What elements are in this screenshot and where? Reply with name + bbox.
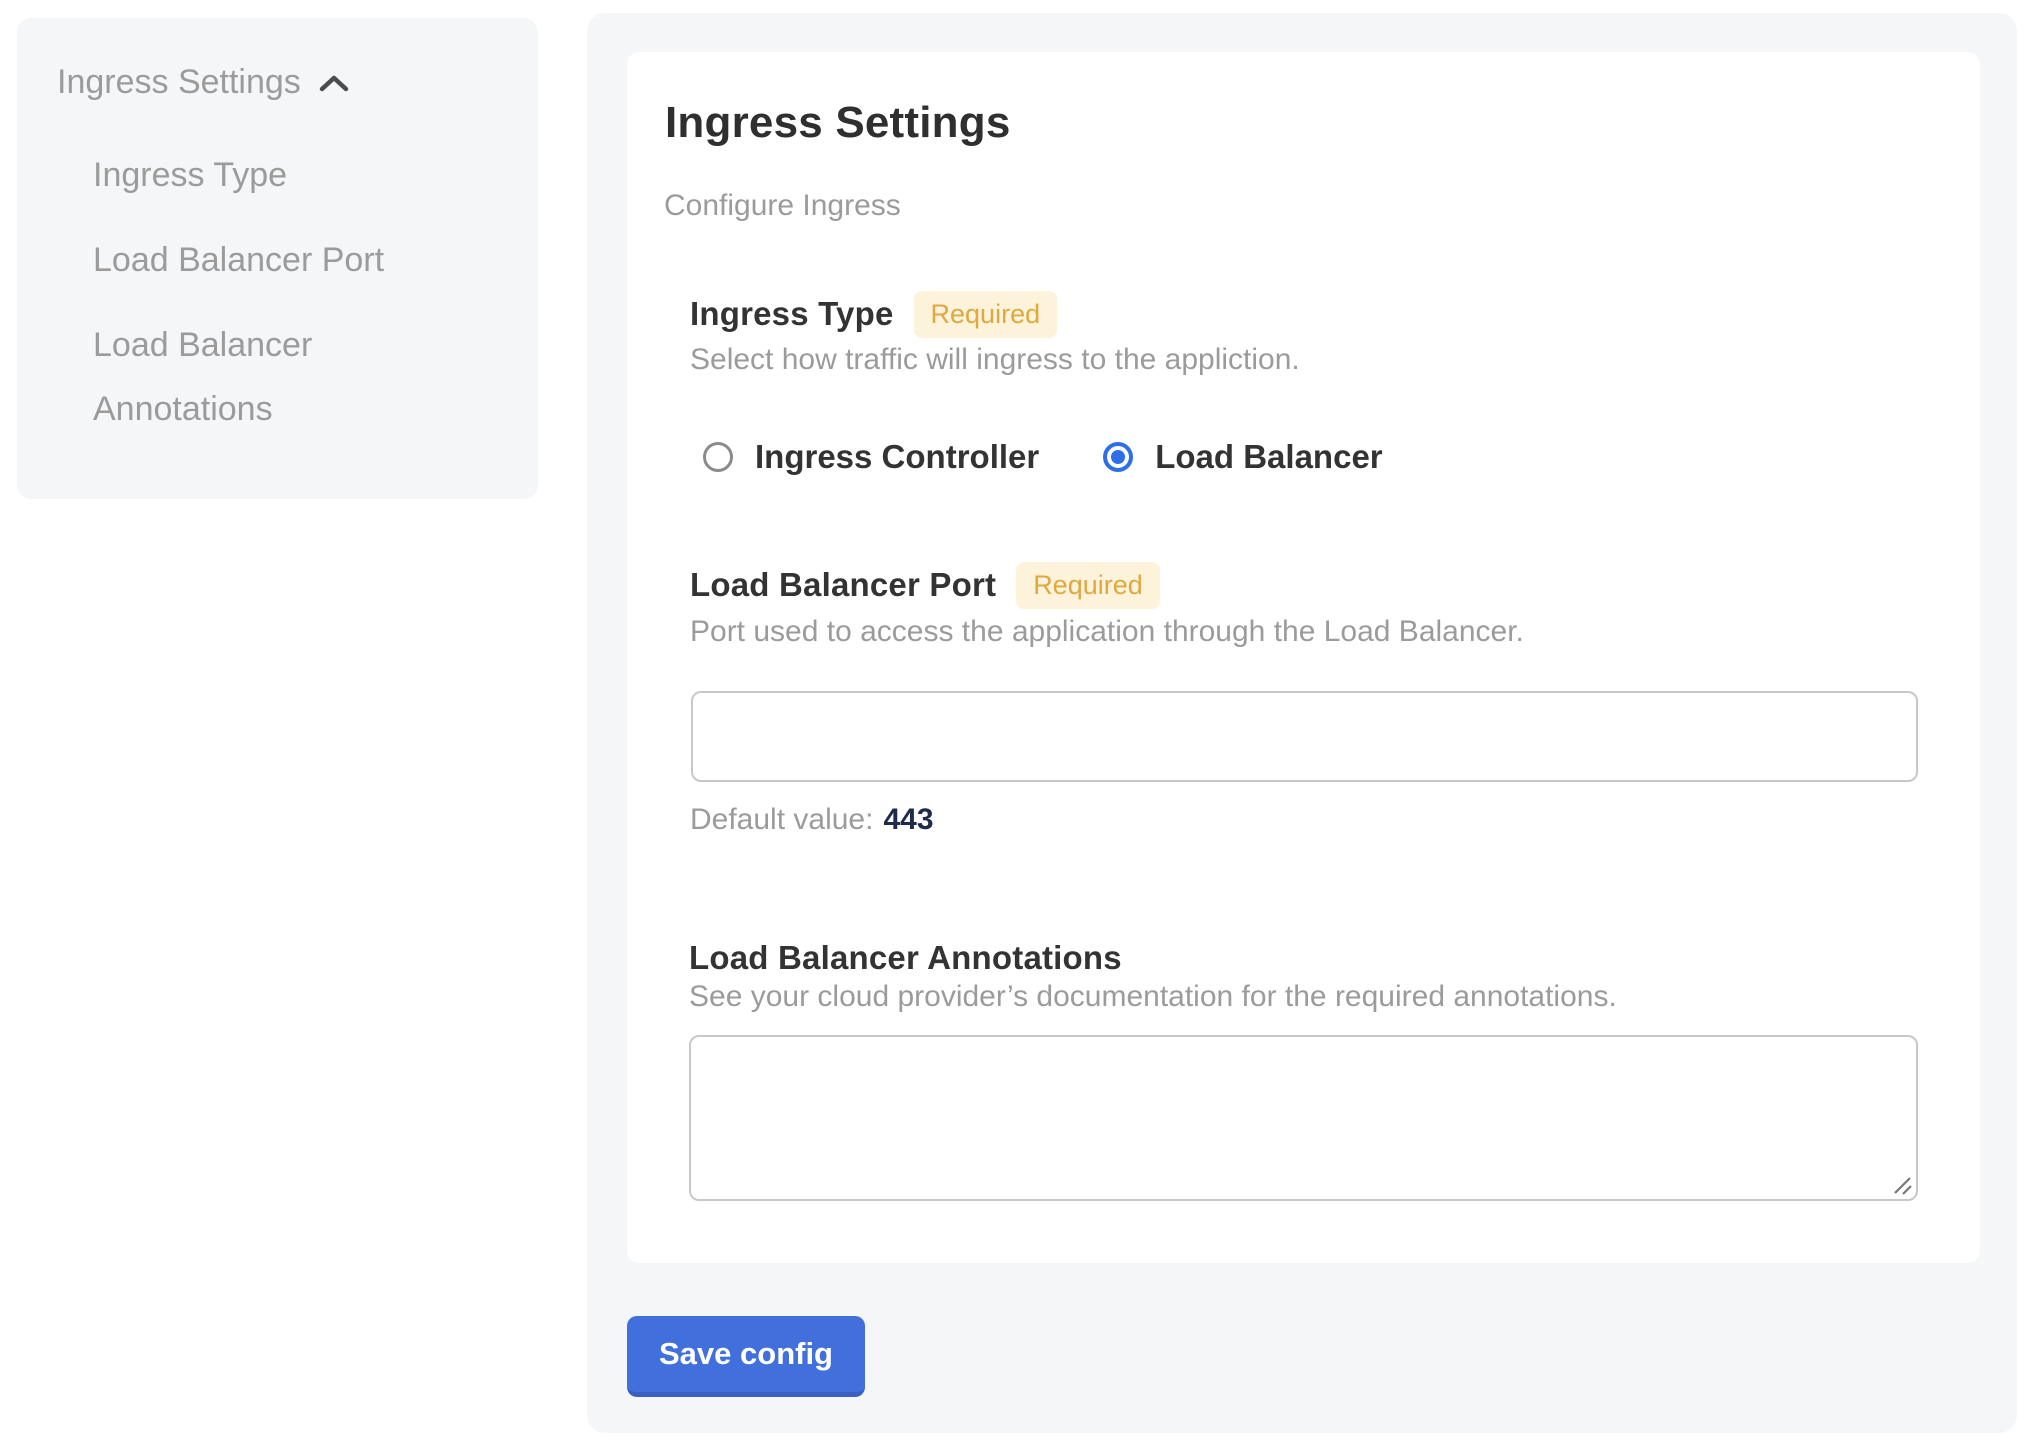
- default-value-row: Default value: 443: [690, 802, 934, 838]
- default-value-label: Default value:: [690, 803, 873, 836]
- field-load-balancer-port-label-row: Load Balancer Port Required: [690, 561, 1160, 609]
- required-badge: Required: [914, 291, 1058, 338]
- load-balancer-annotations-textarea[interactable]: [689, 1035, 1918, 1201]
- nav-item-ingress-type[interactable]: Ingress Type: [93, 143, 287, 207]
- nav-group-ingress-settings[interactable]: Ingress Settings: [57, 62, 351, 102]
- load-balancer-annotations-field: [689, 1035, 1918, 1201]
- field-help-load-balancer-annotations: See your cloud provider’s documentation …: [689, 979, 1617, 1015]
- nav-group-label: Ingress Settings: [57, 62, 301, 102]
- textarea-resize-handle-icon[interactable]: [1891, 1174, 1913, 1196]
- field-label-load-balancer-port: Load Balancer Port: [690, 566, 996, 604]
- chevron-up-icon[interactable]: [317, 73, 351, 95]
- radio-option-load-balancer[interactable]: Load Balancer: [1103, 438, 1382, 476]
- page-title: Ingress Settings: [665, 98, 1011, 148]
- required-badge: Required: [1016, 562, 1160, 609]
- load-balancer-port-input[interactable]: [691, 691, 1918, 782]
- default-value: 443: [883, 803, 933, 836]
- field-ingress-type-label-row: Ingress Type Required: [690, 290, 1057, 338]
- radio-label-load-balancer: Load Balancer: [1155, 438, 1382, 476]
- radio-unchecked-icon[interactable]: [703, 442, 733, 472]
- nav-item-load-balancer-port[interactable]: Load Balancer Port: [93, 228, 384, 292]
- field-load-balancer-annotations-label-row: Load Balancer Annotations: [689, 934, 1122, 982]
- field-label-load-balancer-annotations: Load Balancer Annotations: [689, 939, 1122, 977]
- page-subtitle: Configure Ingress: [664, 188, 901, 224]
- config-card: Ingress Settings Configure Ingress Ingre…: [627, 52, 1980, 1263]
- ingress-type-radio-group: Ingress Controller Load Balancer: [703, 438, 1383, 476]
- field-label-ingress-type: Ingress Type: [690, 295, 894, 333]
- radio-checked-icon[interactable]: [1103, 442, 1133, 472]
- nav-item-load-balancer-annotations[interactable]: Load Balancer Annotations: [93, 313, 413, 441]
- radio-option-ingress-controller[interactable]: Ingress Controller: [703, 438, 1039, 476]
- config-nav-sidebar: Ingress Settings Ingress Type Load Balan…: [17, 18, 538, 499]
- field-help-load-balancer-port: Port used to access the application thro…: [690, 614, 1524, 650]
- field-help-ingress-type: Select how traffic will ingress to the a…: [690, 342, 1300, 378]
- save-config-button[interactable]: Save config: [627, 1316, 865, 1397]
- config-panel: Ingress Settings Configure Ingress Ingre…: [587, 13, 2017, 1433]
- radio-label-ingress-controller: Ingress Controller: [755, 438, 1039, 476]
